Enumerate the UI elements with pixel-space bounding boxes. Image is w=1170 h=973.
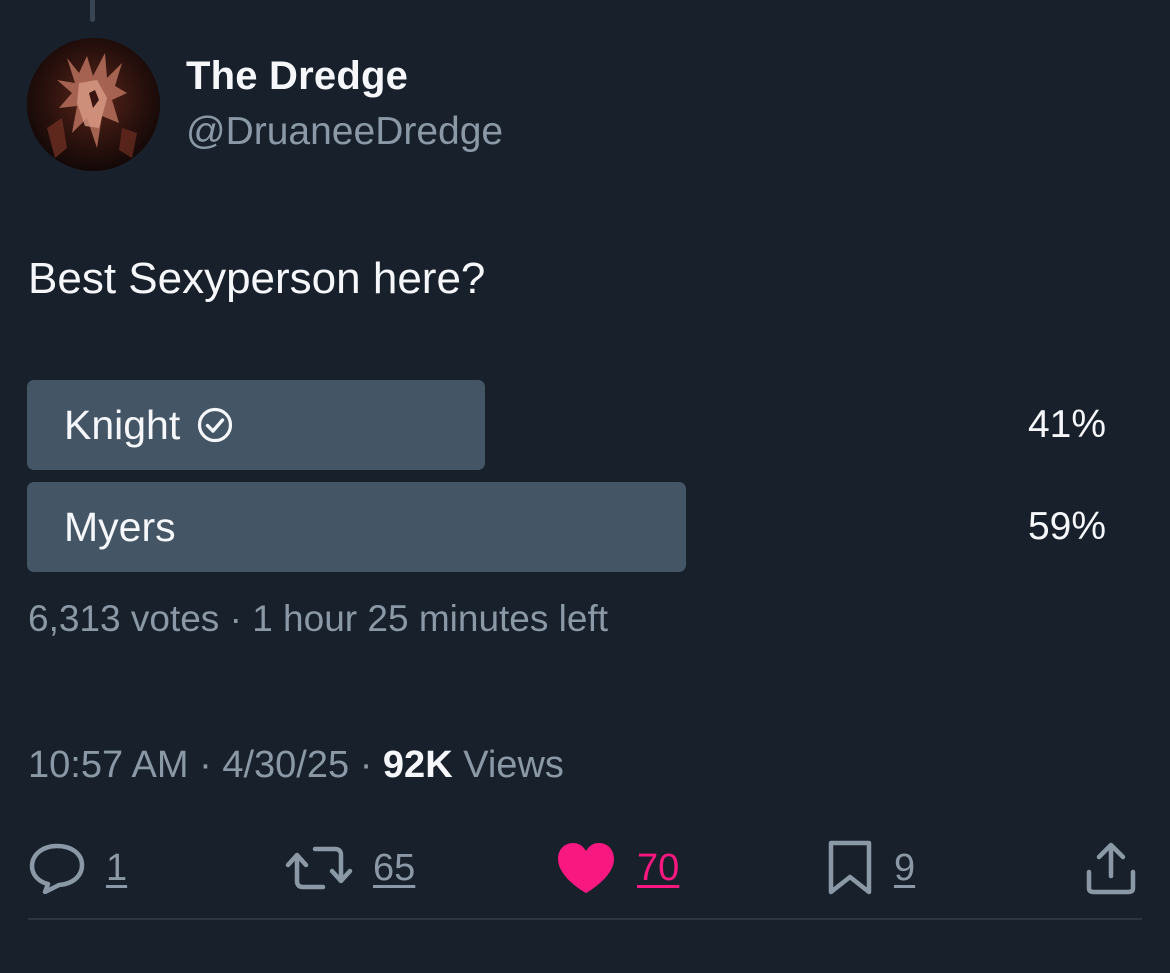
reply-bubble-icon (29, 843, 85, 894)
poll-meta: 6,313 votes · 1 hour 25 minutes left (28, 598, 608, 640)
like-button[interactable]: 70 (555, 838, 679, 898)
views-count[interactable]: 92K (383, 744, 453, 786)
post-timestamp-row: 10:57 AM · 4/30/25 · 92K Views (28, 744, 564, 787)
reply-count[interactable]: 1 (106, 847, 127, 890)
post-date[interactable]: 4/30/25 (222, 744, 349, 786)
repost-count[interactable]: 65 (373, 847, 415, 890)
poll-option-percent: 41% (1027, 403, 1106, 446)
share-icon (1086, 842, 1136, 895)
separator-dot: · (199, 744, 212, 786)
views-label[interactable]: Views (463, 744, 564, 786)
poll-option-percent: 59% (1027, 505, 1106, 548)
poll-option-myers: Myers 59% (27, 482, 1117, 572)
separator-dot: · (359, 744, 373, 786)
repost-icon (285, 846, 353, 890)
post-text: Best Sexyperson here? (28, 254, 486, 303)
check-circle-icon (198, 407, 233, 443)
poll-votes: 6,313 votes (28, 598, 220, 639)
dredge-monster-avatar-icon (27, 38, 160, 171)
bookmark-button[interactable]: 9 (826, 838, 915, 898)
post-time[interactable]: 10:57 AM (28, 744, 189, 786)
bookmark-count[interactable]: 9 (894, 847, 915, 890)
author-avatar[interactable] (27, 38, 160, 171)
poll-time-left: 1 hour 25 minutes left (252, 598, 609, 639)
poll-option-label: Knight (64, 401, 181, 448)
author-display-name[interactable]: The Dredge (186, 54, 408, 99)
bookmark-icon (828, 840, 872, 895)
heart-icon (558, 843, 614, 893)
reply-button[interactable]: 1 (28, 838, 127, 898)
thread-connector-line (90, 0, 95, 22)
separator-dot: · (229, 598, 242, 639)
poll-option-knight: Knight 41% (27, 380, 1117, 470)
post-detail: The Dredge @DruaneeDredge Best Sexyperso… (0, 0, 1170, 973)
divider (28, 918, 1142, 920)
repost-button[interactable]: 65 (285, 838, 415, 898)
poll-option-label: Myers (64, 503, 176, 550)
author-handle[interactable]: @DruaneeDredge (186, 110, 503, 154)
share-button[interactable] (1083, 838, 1139, 898)
like-count[interactable]: 70 (637, 847, 679, 890)
